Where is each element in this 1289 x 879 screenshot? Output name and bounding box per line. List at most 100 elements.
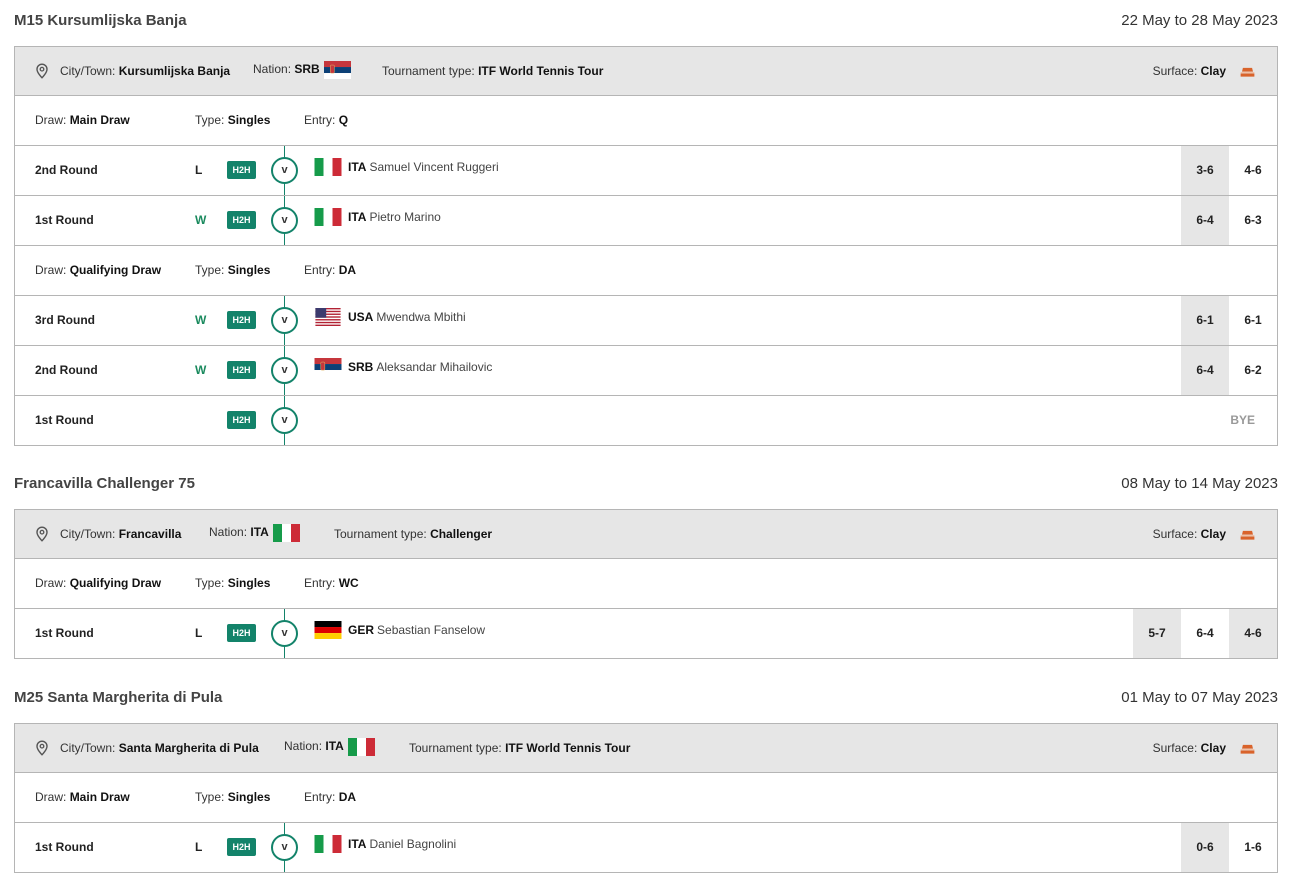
match-round: 2nd Round: [35, 163, 98, 177]
opponent[interactable]: USA Mwendwa Mbithi: [314, 308, 466, 326]
set-score: 5-7: [1133, 609, 1181, 658]
h2h-button[interactable]: H2H: [227, 361, 256, 379]
set-score: 6-1: [1244, 313, 1262, 327]
set-score: 0-6: [1181, 823, 1229, 872]
type-label: Type:: [195, 113, 225, 127]
clay-court-icon: [1240, 744, 1255, 755]
match-round: 1st Round: [35, 413, 94, 427]
match-result: L: [195, 840, 203, 854]
match-row: 1st Round L H2H v ITA Daniel Bagnolini 0-…: [15, 823, 1277, 872]
tournament-header: M25 Santa Margherita di Pula 01 May to 0…: [14, 677, 1278, 723]
opponent[interactable]: ITA Daniel Bagnolini: [314, 835, 456, 853]
draw-info-row: Draw: Main Draw Type: Singles Entry: DA: [15, 773, 1277, 823]
h2h-button[interactable]: H2H: [227, 624, 256, 642]
h2h-button[interactable]: H2H: [227, 211, 256, 229]
usa-flag-icon: [314, 308, 342, 326]
type-value: Singles: [227, 576, 271, 590]
match-result: W: [195, 363, 207, 377]
nation-value: ITA: [325, 739, 344, 754]
surface-label: Surface:: [1152, 64, 1198, 78]
italy-flag-icon: [314, 158, 342, 176]
draw-label: Draw:: [35, 790, 67, 804]
opponent[interactable]: GER Sebastian Fanselow: [314, 621, 485, 639]
type-value: Singles: [227, 790, 271, 804]
opponent-name[interactable]: Mwendwa Mbithi: [376, 310, 465, 324]
draw-label: Draw:: [35, 576, 67, 590]
draw-label: Draw:: [35, 263, 67, 277]
nation-value: SRB: [294, 62, 320, 77]
tournament-header: Francavilla Challenger 75 08 May to 14 M…: [14, 463, 1278, 509]
versus-badge: v: [271, 834, 298, 861]
match-round: 3rd Round: [35, 313, 95, 327]
italy-flag-icon: [314, 208, 342, 226]
surface-label: Surface:: [1152, 527, 1198, 541]
serbia-flag-icon: [314, 358, 342, 376]
h2h-button[interactable]: H2H: [227, 161, 256, 179]
entry-label: Entry:: [304, 263, 336, 277]
surface-info: Surface: Clay: [1153, 741, 1226, 755]
opponent-name[interactable]: Daniel Bagnolini: [369, 837, 456, 851]
match-round: 1st Round: [35, 626, 94, 640]
set-score: 6-2: [1244, 363, 1262, 377]
match-scores: 0-6 1-6: [1181, 823, 1277, 872]
versus-badge: v: [271, 307, 298, 334]
city-info: City/Town: Francavilla: [60, 527, 181, 541]
surface-info: Surface: Clay: [1153, 527, 1226, 541]
h2h-button[interactable]: H2H: [227, 311, 256, 329]
location-pin-icon: [35, 526, 49, 542]
match-round: 2nd Round: [35, 363, 98, 377]
opponent[interactable]: ITA Pietro Marino: [314, 208, 441, 226]
tournament-dates: 01 May to 07 May 2023: [1121, 689, 1278, 706]
location-pin-icon: [35, 63, 49, 79]
tournament-type-label: Tournament type:: [382, 64, 475, 78]
type-value: Singles: [227, 263, 271, 277]
entry-label: Entry:: [304, 576, 336, 590]
nation-label: Nation:: [284, 739, 323, 754]
type-label: Type:: [195, 576, 225, 590]
city-label: City/Town:: [60, 741, 116, 755]
tournament-name[interactable]: M25 Santa Margherita di Pula: [14, 689, 222, 706]
tournament-dates: 08 May to 14 May 2023: [1121, 475, 1278, 492]
surface-value: Clay: [1200, 64, 1226, 78]
entry-value: DA: [338, 790, 357, 804]
tournament-dates: 22 May to 28 May 2023: [1121, 12, 1278, 29]
opponent-name[interactable]: Sebastian Fanselow: [377, 623, 485, 637]
tournament-name[interactable]: Francavilla Challenger 75: [14, 475, 195, 492]
match-round: 1st Round: [35, 840, 94, 854]
h2h-button[interactable]: H2H: [227, 411, 256, 429]
nation-info: Nation: ITA: [284, 738, 375, 756]
city-info: City/Town: Santa Margherita di Pula: [60, 741, 259, 755]
h2h-button[interactable]: H2H: [227, 838, 256, 856]
versus-badge: v: [271, 157, 298, 184]
italy-flag-icon: [273, 524, 300, 542]
tournament-type-value: ITF World Tennis Tour: [478, 64, 604, 78]
draw-info-row: Draw: Qualifying Draw Type: Singles Entr…: [15, 559, 1277, 609]
opponent[interactable]: SRB Aleksandar Mihailovic: [314, 358, 492, 376]
tournament-name[interactable]: M15 Kursumlijska Banja: [14, 12, 187, 29]
opponent-name[interactable]: Aleksandar Mihailovic: [376, 360, 492, 374]
nation-info: Nation: SRB: [253, 61, 351, 79]
city-value: Santa Margherita di Pula: [118, 741, 259, 755]
bye-label: BYE: [1230, 413, 1255, 427]
nation-info: Nation: ITA: [209, 524, 300, 542]
match-scores: 6-4 6-2: [1181, 346, 1277, 395]
opponent-name[interactable]: Samuel Vincent Ruggeri: [369, 160, 498, 174]
set-score: 1-6: [1244, 840, 1262, 854]
entry-value: WC: [338, 576, 359, 590]
set-score: 6-4: [1181, 196, 1229, 245]
tournament-results-table: City/Town: Kursumlijska Banja Nation: SR…: [14, 46, 1278, 446]
tournament-type-info: Tournament type: Challenger: [334, 527, 492, 541]
match-row: 1st Round L H2H v GER Sebastian Fanselow …: [15, 609, 1277, 658]
nation-value: ITA: [250, 525, 269, 540]
type-label: Type:: [195, 263, 225, 277]
match-scores: 3-6 4-6: [1181, 146, 1277, 195]
city-value: Kursumlijska Banja: [118, 64, 231, 78]
opponent[interactable]: ITA Samuel Vincent Ruggeri: [314, 158, 499, 176]
match-row: 2nd Round L H2H v ITA Samuel Vincent Rugg…: [15, 146, 1277, 196]
draw-label: Draw:: [35, 113, 67, 127]
tournament-results-table: City/Town: Francavilla Nation: ITA Tourn…: [14, 509, 1278, 659]
opponent-name[interactable]: Pietro Marino: [369, 210, 440, 224]
tournament-info-bar: City/Town: Santa Margherita di Pula Nati…: [15, 724, 1277, 773]
match-result: L: [195, 626, 203, 640]
italy-flag-icon: [314, 835, 342, 853]
